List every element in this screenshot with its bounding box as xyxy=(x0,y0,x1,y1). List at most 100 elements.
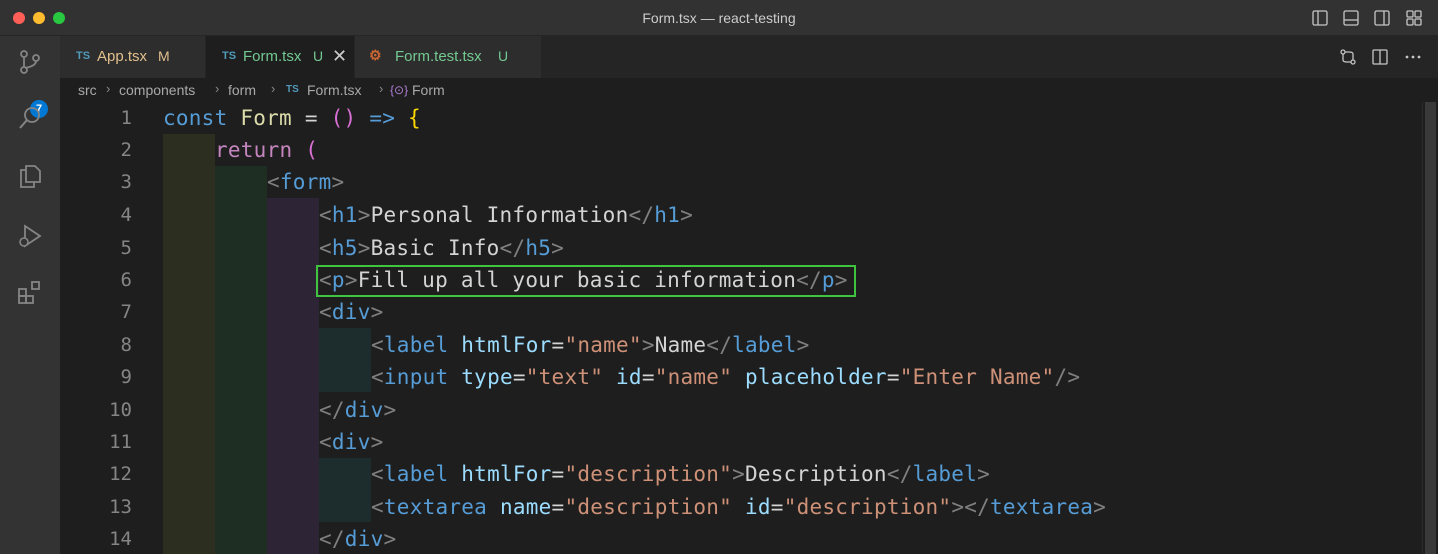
attribute-name: placeholder xyxy=(745,365,887,389)
jsx-text: Name xyxy=(654,333,707,357)
operator: = xyxy=(291,106,331,130)
tab-status-badge: U xyxy=(498,48,509,64)
attribute-name: id xyxy=(744,495,771,519)
line-number: 12 xyxy=(109,463,132,485)
title-bar: Form.tsx — react-testing xyxy=(0,0,1438,36)
line-number: 8 xyxy=(120,334,132,356)
tab-app-tsx[interactable]: TS App.tsx M xyxy=(60,36,206,78)
attribute-name: type xyxy=(461,365,513,389)
breadcrumb-item-form-tsx[interactable]: Form.tsx xyxy=(307,82,361,98)
open-changes-icon[interactable] xyxy=(1339,48,1357,66)
line-number: 1 xyxy=(120,107,132,129)
toggle-panel-icon[interactable] xyxy=(1342,9,1360,27)
attribute-value: "description" xyxy=(783,495,952,519)
tab-form-tsx[interactable]: TS Form.tsx U ✕ xyxy=(206,36,355,78)
test-file-icon: ⚙ xyxy=(369,47,382,63)
breadcrumb-item-components[interactable]: components xyxy=(119,82,195,98)
tag-name: h1 xyxy=(331,203,358,227)
code-line: 14 </div> xyxy=(60,523,1420,554)
tab-status-badge: U xyxy=(313,48,324,64)
line-number: 6 xyxy=(120,269,132,291)
activity-bar: 7 xyxy=(0,36,60,554)
code-line: 3 <form> xyxy=(60,166,1420,198)
close-tab-icon[interactable]: ✕ xyxy=(332,46,347,67)
attribute-name: name xyxy=(499,495,552,519)
chevron-right-icon: › xyxy=(215,81,220,96)
line-number: 7 xyxy=(120,301,132,323)
toggle-primary-sidebar-icon[interactable] xyxy=(1311,9,1329,27)
source-control-icon[interactable] xyxy=(16,48,44,76)
tag-name: form xyxy=(279,170,332,194)
line-number: 11 xyxy=(109,431,132,453)
keyword: const xyxy=(163,106,228,130)
vertical-scrollbar[interactable] xyxy=(1422,102,1437,554)
tag-name: div xyxy=(331,300,371,324)
code-line: 11 <div> xyxy=(60,426,1420,458)
jsx-text: Personal Information xyxy=(370,203,629,227)
line-number: 5 xyxy=(120,237,132,259)
line-number: 4 xyxy=(120,204,132,226)
tab-form-test-tsx[interactable]: ⚙ Form.test.tsx U xyxy=(355,36,542,78)
attribute-value: "name" xyxy=(654,365,733,389)
search-icon[interactable] xyxy=(16,104,44,132)
tag-name: textarea xyxy=(383,495,488,519)
attribute-name: htmlFor xyxy=(461,462,552,486)
line-number: 10 xyxy=(109,399,132,421)
code-line: 5 <h5>Basic Info</h5> xyxy=(60,232,1420,264)
explorer-icon[interactable] xyxy=(16,162,44,190)
tag-name: label xyxy=(383,462,449,486)
customize-layout-icon[interactable] xyxy=(1405,9,1423,27)
code-line: 12 <label htmlFor="description">Descript… xyxy=(60,458,1420,490)
tag-name: input xyxy=(383,365,449,389)
symbol-variable-icon: {⊙} xyxy=(390,83,409,97)
run-and-debug-icon[interactable] xyxy=(16,222,44,250)
chevron-right-icon: › xyxy=(106,81,111,96)
code-line: 10 </div> xyxy=(60,394,1420,426)
tab-label: Form.test.tsx xyxy=(395,48,482,65)
line-number: 13 xyxy=(109,496,132,518)
tag-name: textarea xyxy=(990,495,1094,519)
breadcrumb: src › components › form › TS Form.tsx › … xyxy=(60,78,1438,102)
line-number: 2 xyxy=(120,139,132,161)
tag-name: div xyxy=(344,398,384,422)
code-line: 8 <label htmlFor="name">Name</label> xyxy=(60,329,1420,361)
paren: ( xyxy=(292,138,319,162)
jsx-text: Basic Info xyxy=(370,236,500,260)
line-number: 14 xyxy=(109,528,132,550)
code-line: 2 return ( xyxy=(60,134,1420,166)
line-number: 3 xyxy=(120,171,132,193)
code-line: 9 <input type="text" id="name" placehold… xyxy=(60,361,1420,393)
tag-name: label xyxy=(732,333,797,357)
highlight-box xyxy=(316,265,856,297)
tab-label: App.tsx xyxy=(97,48,148,65)
editor-tab-bar: TS App.tsx M TS Form.tsx U ✕ ⚙ Form.test… xyxy=(60,36,1438,78)
keyword: return xyxy=(215,138,293,162)
split-editor-icon[interactable] xyxy=(1371,48,1389,66)
brace: { xyxy=(408,106,421,130)
code-line: 13 <textarea name="description" id="desc… xyxy=(60,491,1420,523)
breadcrumb-item-src[interactable]: src xyxy=(78,82,97,98)
tab-status-badge: M xyxy=(158,48,170,64)
tag-name: h5 xyxy=(331,236,358,260)
breadcrumb-item-form[interactable]: form xyxy=(228,82,256,98)
breadcrumb-item-form-symbol[interactable]: Form xyxy=(412,82,445,98)
attribute-value: "description" xyxy=(564,495,733,519)
tag-name: label xyxy=(912,462,978,486)
tag-name: h5 xyxy=(525,236,552,260)
tag-name: div xyxy=(344,527,384,551)
function-name: Form xyxy=(240,106,292,130)
extensions-icon[interactable] xyxy=(16,278,44,306)
scrollbar-thumb[interactable] xyxy=(1425,102,1436,554)
tab-label: Form.tsx xyxy=(243,48,302,65)
window-title: Form.tsx — react-testing xyxy=(642,10,796,26)
toggle-secondary-sidebar-icon[interactable] xyxy=(1373,9,1391,27)
attribute-value: "text" xyxy=(525,365,604,389)
arrow: => xyxy=(356,106,409,130)
code-line: 7 <div> xyxy=(60,296,1420,328)
code-line: 1 const Form = () => { xyxy=(60,102,1420,134)
attribute-value: "Enter Name" xyxy=(899,365,1055,389)
code-editor[interactable]: 1 const Form = () => { 2 return ( 3 <for… xyxy=(60,102,1438,554)
code-line: 4 <h1>Personal Information</h1> xyxy=(60,199,1420,231)
chevron-right-icon: › xyxy=(271,81,276,96)
more-actions-icon[interactable] xyxy=(1404,48,1422,66)
